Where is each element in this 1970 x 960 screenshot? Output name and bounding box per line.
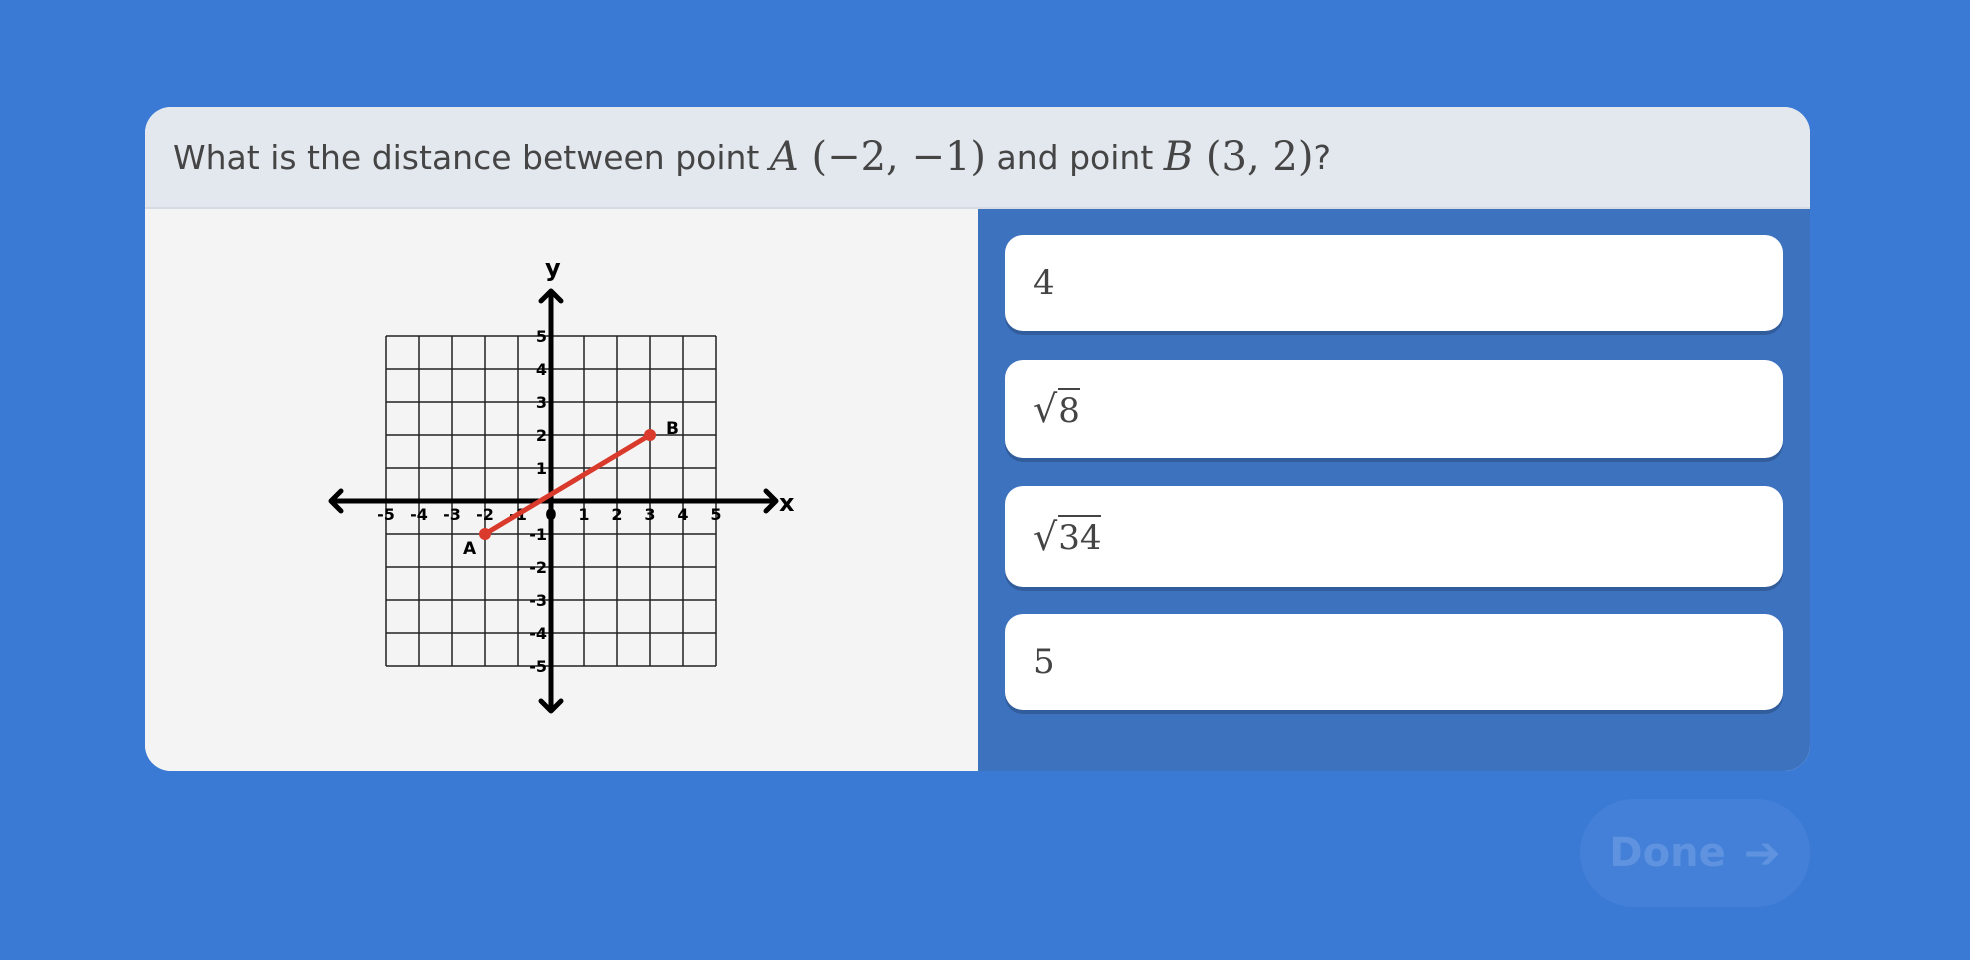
radical-icon: √	[1033, 387, 1058, 431]
point-b	[644, 429, 656, 441]
y-tick-label: 5	[536, 327, 547, 346]
answer-option-3[interactable]: √ 34	[1005, 486, 1783, 587]
point-a-math: A (−2, −1)	[770, 134, 986, 180]
x-tick-label: 1	[578, 505, 589, 524]
x-tick-label: 5	[710, 505, 721, 524]
point-a	[479, 528, 491, 540]
point-b-label: B	[1163, 134, 1194, 180]
point-b-coords: (3, 2)	[1205, 134, 1314, 180]
question-suffix: ?	[1313, 137, 1331, 177]
y-tick-label: -1	[529, 525, 547, 544]
y-tick-label: 2	[536, 426, 547, 445]
point-a-label: A	[769, 134, 799, 180]
card-body: xy-5-4-3-2-101234554321-1-2-3-4-5AB 4 √8…	[145, 209, 1810, 771]
y-tick-label: -3	[529, 591, 547, 610]
y-tick-label: 1	[536, 459, 547, 478]
answers-panel: 4 √ 8 √ 34 5	[978, 209, 1810, 771]
answer-option-1-text: 4	[1033, 263, 1055, 303]
done-button[interactable]: Done ➔	[1580, 799, 1810, 907]
x-axis-label: x	[779, 489, 795, 517]
x-tick-label: 3	[644, 505, 655, 524]
y-axis-label: y	[545, 254, 561, 282]
answer-option-4[interactable]: 5	[1005, 614, 1783, 710]
figure-panel: xy-5-4-3-2-101234554321-1-2-3-4-5AB	[145, 209, 978, 771]
answer-option-4-text: 5	[1033, 642, 1055, 682]
x-tick-label: -5	[377, 505, 395, 524]
question-prefix: What is the distance between point	[173, 137, 770, 177]
x-tick-label: -2	[476, 505, 494, 524]
x-tick-label: -3	[443, 505, 461, 524]
answer-option-1[interactable]: 4	[1005, 235, 1783, 331]
answer-option-2-text: 8	[1058, 387, 1080, 431]
answer-option-2[interactable]: √ 8	[1005, 360, 1783, 458]
y-tick-label: 3	[536, 393, 547, 412]
y-tick-label: -2	[529, 558, 547, 577]
question-card: What is the distance between point A (−2…	[145, 107, 1810, 771]
question-bar: What is the distance between point A (−2…	[145, 107, 1810, 209]
point-a-coords: (−2, −1)	[811, 134, 987, 180]
x-tick-label: 4	[677, 505, 688, 524]
segment-ab	[482, 432, 653, 537]
x-tick-label: 0	[545, 505, 556, 524]
done-button-label: Done	[1609, 830, 1726, 876]
point-b-graph-label: B	[666, 419, 679, 439]
question-middle: and point	[986, 137, 1164, 177]
x-tick-label: 2	[611, 505, 622, 524]
x-tick-label: -4	[410, 505, 428, 524]
point-b-math: B (3, 2)	[1164, 134, 1314, 180]
y-tick-label: 4	[536, 360, 547, 379]
answer-option-3-text: 34	[1058, 515, 1102, 558]
arrow-right-icon: ➔	[1743, 827, 1781, 879]
radical-icon: √	[1033, 514, 1058, 559]
y-tick-label: -5	[529, 657, 547, 676]
point-a-graph-label: A	[463, 539, 477, 559]
coordinate-graph: xy-5-4-3-2-101234554321-1-2-3-4-5AB	[328, 254, 795, 714]
y-tick-label: -4	[529, 624, 547, 643]
